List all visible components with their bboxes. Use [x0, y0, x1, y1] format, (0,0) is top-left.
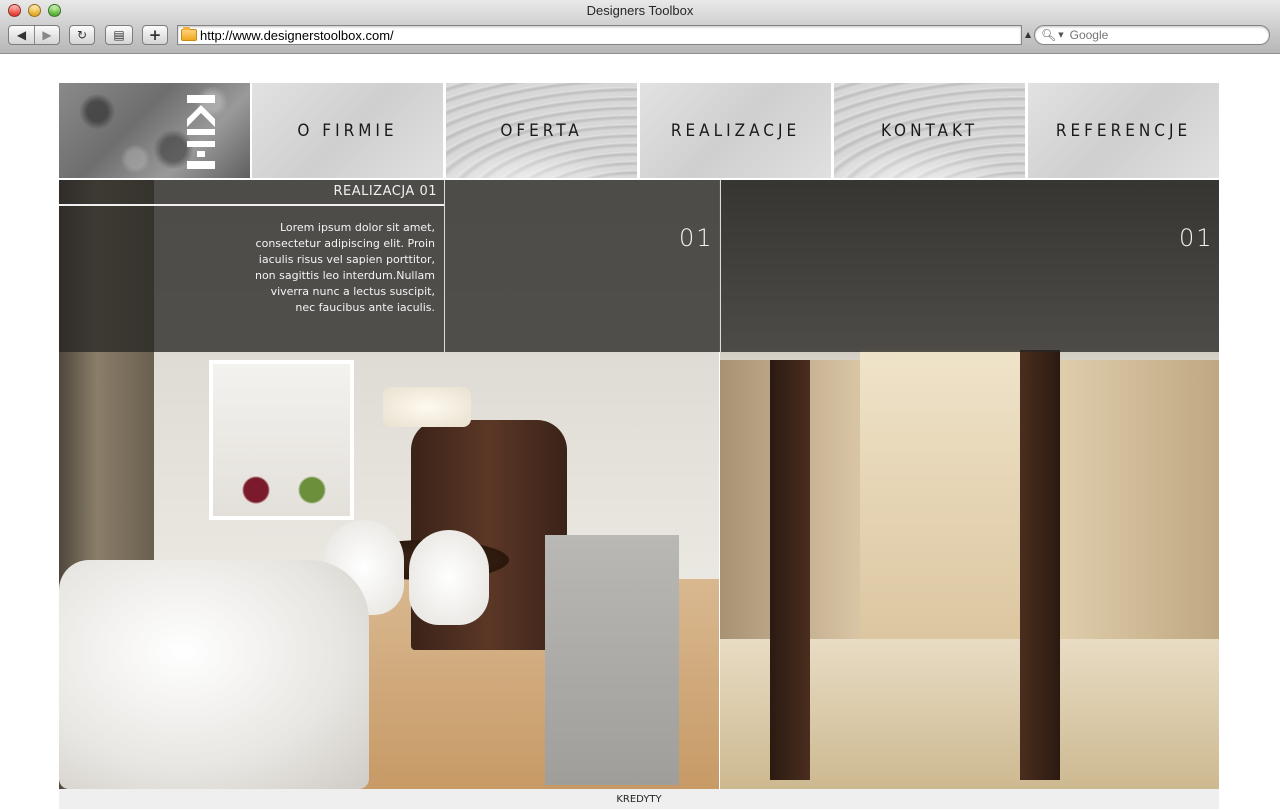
credits-link[interactable]: KREDYTY	[616, 794, 661, 805]
address-dropdown-icon[interactable]: ▲	[1025, 30, 1031, 39]
nav-item-label: O FIRMIE	[297, 120, 398, 141]
footer-bar: KREDYTY	[59, 789, 1219, 809]
browser-window: Designers Toolbox ◀ ▶ ↻ ▤ + http://www.d…	[0, 0, 1280, 810]
nav-item-label: OFERTA	[500, 120, 583, 141]
forward-button[interactable]: ▶	[34, 26, 59, 44]
project-title: REALIZACJA 01	[333, 184, 437, 199]
site-folder-icon	[181, 27, 197, 41]
search-field[interactable]: 🔍︎ ▼	[1034, 25, 1270, 45]
chevron-down-icon: ▼	[1058, 31, 1064, 39]
nav-item-label: REFERENCJE	[1055, 120, 1192, 141]
main-nav: O FIRMIE OFERTA REALIZACJE KONTAKT REFER…	[59, 83, 1219, 178]
hero-slideshow: REALIZACJA 01 Lorem ipsum dolor sit amet…	[59, 180, 1219, 789]
back-button[interactable]: ◀	[9, 26, 34, 44]
nav-item-o-firmie[interactable]: O FIRMIE	[251, 83, 443, 178]
url-text: http://www.designerstoolbox.com/	[200, 27, 394, 43]
logo-tile[interactable]	[59, 83, 250, 178]
nav-item-oferta[interactable]: OFERTA	[445, 83, 637, 178]
reload-button[interactable]: ↻	[69, 25, 95, 45]
search-input[interactable]	[1069, 28, 1240, 42]
nav-item-referencje[interactable]: REFERENCJE	[1027, 83, 1219, 178]
search-icon: 🔍︎	[1041, 28, 1057, 42]
back-forward-buttons: ◀ ▶	[8, 25, 60, 45]
nav-item-realizacje[interactable]: REALIZACJE	[639, 83, 831, 178]
logo-icon	[187, 95, 215, 171]
back-arrow-icon: ◀	[16, 28, 27, 42]
window-title: Designers Toolbox	[586, 3, 694, 18]
reload-icon: ↻	[76, 28, 88, 42]
snapback-button[interactable]: ▤	[105, 25, 133, 45]
slide-number[interactable]: 01	[679, 224, 714, 252]
slide-number[interactable]: 01	[1179, 224, 1214, 252]
address-bar[interactable]: http://www.designerstoolbox.com/	[177, 25, 1022, 45]
divider	[720, 180, 721, 352]
forward-arrow-icon: ▶	[42, 28, 52, 42]
divider	[444, 180, 445, 352]
add-bookmark-button[interactable]: +	[142, 25, 168, 45]
plus-icon: +	[148, 26, 162, 44]
nav-item-label: REALIZACJE	[670, 120, 801, 141]
caption-divider	[59, 204, 444, 206]
snapback-icon: ▤	[113, 28, 125, 42]
nav-item-kontakt[interactable]: KONTAKT	[833, 83, 1025, 178]
nav-item-label: KONTAKT	[880, 120, 979, 141]
project-description: Lorem ipsum dolor sit amet, consectetur …	[254, 221, 435, 314]
browser-toolbar: Designers Toolbox ◀ ▶ ↻ ▤ + http://www.d…	[0, 0, 1280, 54]
